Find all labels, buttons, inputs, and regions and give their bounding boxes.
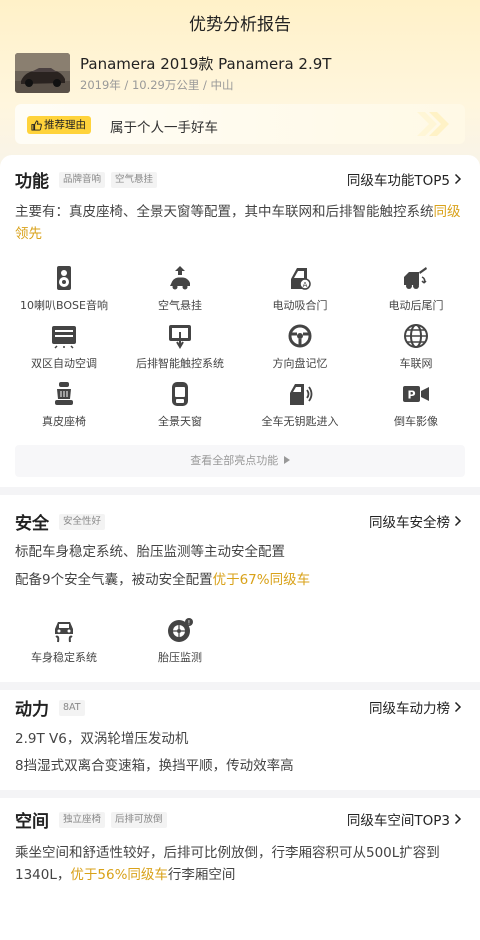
svg-text:A: A xyxy=(303,281,308,289)
safety-item[interactable]: ! 胎压监测 xyxy=(120,617,240,665)
reverse-camera-icon: P xyxy=(403,386,429,402)
function-title: 功能 xyxy=(15,172,49,192)
car-name: Panamera 2019款 Panamera 2.9T xyxy=(80,55,332,73)
feature-item[interactable]: P 倒车影像 xyxy=(356,381,476,429)
panoramic-sunroof-icon xyxy=(172,382,188,406)
space-highlight: 优于56%同级车 xyxy=(70,867,168,883)
feature-item[interactable]: 全景天窗 xyxy=(120,381,240,429)
function-card: 功能 品牌音响 空气悬挂 同级车功能TOP5 主要有：真皮座椅、全景天窗等配置，… xyxy=(0,155,480,487)
power-line2: 8挡湿式双离合变速箱，换挡平顺，传动效率高 xyxy=(15,758,294,774)
tire-pressure-icon: ! xyxy=(168,618,193,642)
feature-item[interactable]: 双区自动空调 xyxy=(4,323,124,371)
page-title: 优势分析报告 xyxy=(189,15,291,35)
speaker-icon xyxy=(57,266,71,290)
feature-label: 后排智能触控系统 xyxy=(136,357,224,370)
power-header: 动力 8AT xyxy=(15,695,85,720)
svg-text:P: P xyxy=(407,389,415,402)
power-rank-link[interactable]: 同级车动力榜 xyxy=(369,697,462,717)
safety-title: 安全 xyxy=(15,514,49,534)
safety-line2: 配备9个安全气囊，被动安全配置优于67%同级车 xyxy=(15,572,311,588)
space-description: 乘坐空间和舒适性较好，后排可比例放倒，行李厢容积可从500L扩容到1340L，优… xyxy=(15,845,440,883)
power-line1: 2.9T V6，双涡轮增压发动机 xyxy=(15,731,189,747)
feature-label: 电动吸合门 xyxy=(272,299,328,312)
recommend-reason-label: 推荐理由 xyxy=(44,119,86,131)
stability-control-icon xyxy=(55,622,73,643)
rear-touch-control-icon xyxy=(169,325,191,349)
feature-item[interactable]: A 电动吸合门 xyxy=(240,265,360,313)
power-door-icon: A xyxy=(291,268,311,290)
feature-item[interactable]: 真皮座椅 xyxy=(4,381,124,429)
space-header: 空间 独立座椅 后排可放倒 xyxy=(15,807,167,832)
feature-label: 方向盘记忆 xyxy=(272,357,328,370)
thumbs-up-icon xyxy=(31,119,42,131)
air-suspension-icon xyxy=(170,266,190,290)
space-card: 空间 独立座椅 后排可放倒 同级车空间TOP3 乘坐空间和舒适性较好，后排可比例… xyxy=(0,798,480,940)
feature-item[interactable]: 后排智能触控系统 xyxy=(120,323,240,371)
safety-chip: 安全性好 xyxy=(59,513,106,530)
safety-item-label: 胎压监测 xyxy=(158,651,202,664)
feature-label: 双区自动空调 xyxy=(31,357,97,370)
dual-zone-ac-icon xyxy=(52,326,76,349)
feature-label: 电动后尾门 xyxy=(388,299,444,312)
function-description: 主要有：真皮座椅、全景天窗等配置，其中车联网和后排智能触控系统同级领先 xyxy=(15,204,461,242)
feature-label: 空气悬挂 xyxy=(158,299,202,312)
power-title: 动力 xyxy=(15,700,49,720)
car-meta: 2019年 / 10.29万公里 / 中山 xyxy=(80,78,234,92)
feature-item[interactable]: 空气悬挂 xyxy=(120,265,240,313)
recommend-reason-tag: 推荐理由 xyxy=(27,116,91,134)
function-top5-link[interactable]: 同级车功能TOP5 xyxy=(347,169,462,189)
power-card: 动力 8AT 同级车动力榜 2.9T V6，双涡轮增压发动机 8挡湿式双离合变速… xyxy=(0,690,480,790)
function-top5-label: 同级车功能TOP5 xyxy=(346,173,450,189)
connected-car-icon xyxy=(404,324,428,348)
safety-header: 安全 安全性好 xyxy=(15,509,106,534)
keyless-entry-icon xyxy=(290,384,313,405)
space-chip: 独立座椅 xyxy=(59,811,106,828)
safety-rank-label: 同级车安全榜 xyxy=(369,515,450,531)
power-rank-label: 同级车动力榜 xyxy=(369,701,450,717)
chevron-right-icon xyxy=(454,515,462,527)
feature-label: 全车无钥匙进入 xyxy=(261,415,339,428)
view-all-features-button[interactable]: 查看全部亮点功能 xyxy=(15,445,465,477)
space-chip: 后排可放倒 xyxy=(111,811,167,828)
chevron-right-icon xyxy=(454,173,462,185)
safety-card: 安全 安全性好 同级车安全榜 标配车身稳定系统、胎压监测等主动安全配置 配备9个… xyxy=(0,495,480,682)
feature-label: 倒车影像 xyxy=(394,415,438,428)
feature-label: 真皮座椅 xyxy=(42,415,86,428)
recommend-reason-text: 属于个人一手好车 xyxy=(110,120,218,136)
safety-line1: 标配车身稳定系统、胎压监测等主动安全配置 xyxy=(15,544,285,560)
feature-item[interactable]: 电动后尾门 xyxy=(356,265,476,313)
power-chip: 8AT xyxy=(59,699,85,716)
safety-item[interactable]: 车身稳定系统 xyxy=(4,617,124,665)
feature-label: 车联网 xyxy=(399,357,433,370)
safety-highlight: 优于67%同级车 xyxy=(212,572,311,588)
feature-label: 全景天窗 xyxy=(158,415,202,428)
triangle-right-icon xyxy=(283,456,290,464)
feature-item[interactable]: 全车无钥匙进入 xyxy=(240,381,360,429)
feature-item[interactable]: 车联网 xyxy=(356,323,476,371)
chevron-right-icon xyxy=(454,701,462,713)
space-title: 空间 xyxy=(15,812,49,832)
safety-rank-link[interactable]: 同级车安全榜 xyxy=(369,511,462,531)
chevrons-decoration-icon xyxy=(417,112,449,136)
car-thumbnail[interactable] xyxy=(15,53,70,93)
function-chip: 品牌音响 xyxy=(59,171,106,188)
steering-memory-icon xyxy=(288,324,312,348)
feature-item[interactable]: 10喇叭BOSE音响 xyxy=(4,265,124,313)
view-all-features-label: 查看全部亮点功能 xyxy=(190,454,279,467)
space-top3-label: 同级车空间TOP3 xyxy=(346,813,450,829)
recommend-reason-banner: 推荐理由 属于个人一手好车 xyxy=(15,104,465,144)
feature-label: 10喇叭BOSE音响 xyxy=(20,299,108,312)
function-header: 功能 品牌音响 空气悬挂 xyxy=(15,167,158,192)
chevron-right-icon xyxy=(454,813,462,825)
function-chip: 空气悬挂 xyxy=(111,171,158,188)
space-top3-link[interactable]: 同级车空间TOP3 xyxy=(347,809,462,829)
power-tailgate-icon xyxy=(404,267,427,289)
svg-text:!: ! xyxy=(188,620,190,627)
leather-seat-icon xyxy=(55,382,73,405)
safety-item-label: 车身稳定系统 xyxy=(31,651,97,664)
feature-item[interactable]: 方向盘记忆 xyxy=(240,323,360,371)
